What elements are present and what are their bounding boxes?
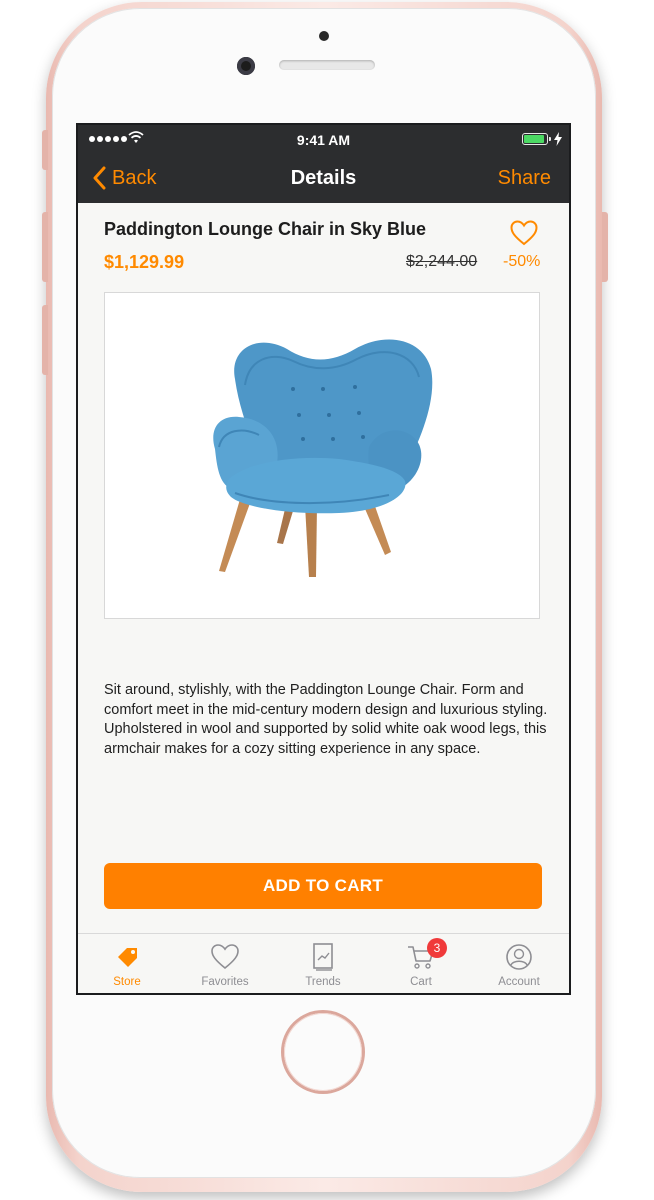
original-price: $2,244.00 — [406, 253, 478, 270]
tab-favorites[interactable]: Favorites — [176, 934, 274, 993]
earpiece-speaker — [279, 60, 375, 70]
current-price: $1,129.99 — [104, 252, 185, 272]
discount-badge: -50% — [503, 253, 541, 270]
trends-icon — [313, 943, 333, 971]
battery-icon — [522, 133, 548, 145]
share-button[interactable]: Share — [498, 167, 551, 190]
battery-cap — [549, 137, 551, 141]
account-icon — [506, 944, 532, 970]
charging-bolt-icon — [554, 132, 562, 146]
heart-icon — [211, 944, 239, 970]
page-title: Details — [290, 167, 357, 189]
favorite-heart-icon[interactable] — [510, 220, 538, 246]
app-screen: 9:41 AM Back Details Share Paddington Lo… — [78, 125, 569, 993]
proximity-sensor — [319, 31, 329, 41]
sky-blue-lounge-chair-image — [213, 339, 433, 577]
tab-bar: Store Favorites Trends 3 Cart Account — [78, 933, 569, 993]
product-description: Sit around, stylishly, with the Paddingt… — [104, 682, 548, 757]
tab-trends[interactable]: Trends — [274, 934, 372, 993]
navigation-bar: Back Details Share — [78, 155, 569, 203]
tab-account[interactable]: Account — [470, 934, 568, 993]
tab-label: Account — [498, 976, 540, 988]
mute-switch — [42, 130, 48, 170]
cart-count-badge: 3 — [427, 938, 447, 958]
status-time: 9:41 AM — [296, 132, 351, 148]
status-bar: 9:41 AM — [78, 125, 569, 155]
tab-label: Favorites — [201, 976, 249, 988]
tab-label: Trends — [305, 976, 341, 988]
tag-icon — [118, 948, 137, 967]
front-camera — [237, 57, 255, 75]
tab-store[interactable]: Store — [78, 934, 176, 993]
tab-label: Store — [113, 976, 141, 988]
top-bar: 9:41 AM Back Details Share — [78, 125, 569, 203]
power-button — [602, 212, 608, 282]
add-to-cart-button[interactable]: ADD TO CART — [104, 863, 542, 909]
tab-cart[interactable]: 3 Cart — [372, 934, 470, 993]
volume-down-button — [42, 305, 48, 375]
home-button[interactable] — [284, 1013, 362, 1091]
product-details: Paddington Lounge Chair in Sky Blue $1,1… — [78, 203, 569, 933]
tab-label: Cart — [410, 976, 432, 988]
product-image — [104, 292, 540, 619]
volume-up-button — [42, 212, 48, 282]
product-title: Paddington Lounge Chair in Sky Blue — [104, 219, 427, 239]
